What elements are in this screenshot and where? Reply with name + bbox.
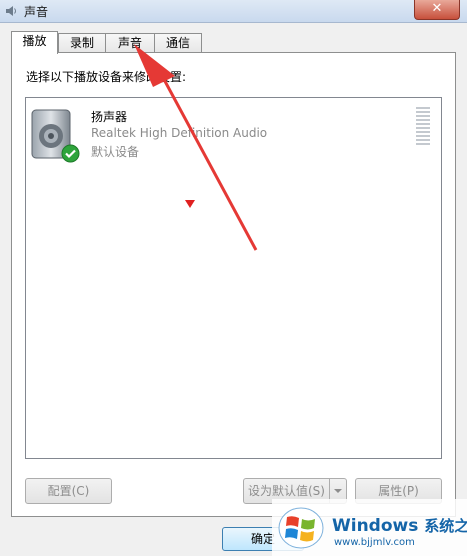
watermark-url: www.bjjmlv.com — [334, 537, 415, 548]
watermark: Windows 系统之家 www.bjjmlv.com — [272, 499, 467, 556]
windows-logo-icon — [278, 507, 324, 549]
annotation-arrow — [134, 44, 258, 251]
watermark-brand: Windows 系统之家 — [332, 516, 467, 536]
tab-playback[interactable]: 播放 — [11, 31, 58, 54]
